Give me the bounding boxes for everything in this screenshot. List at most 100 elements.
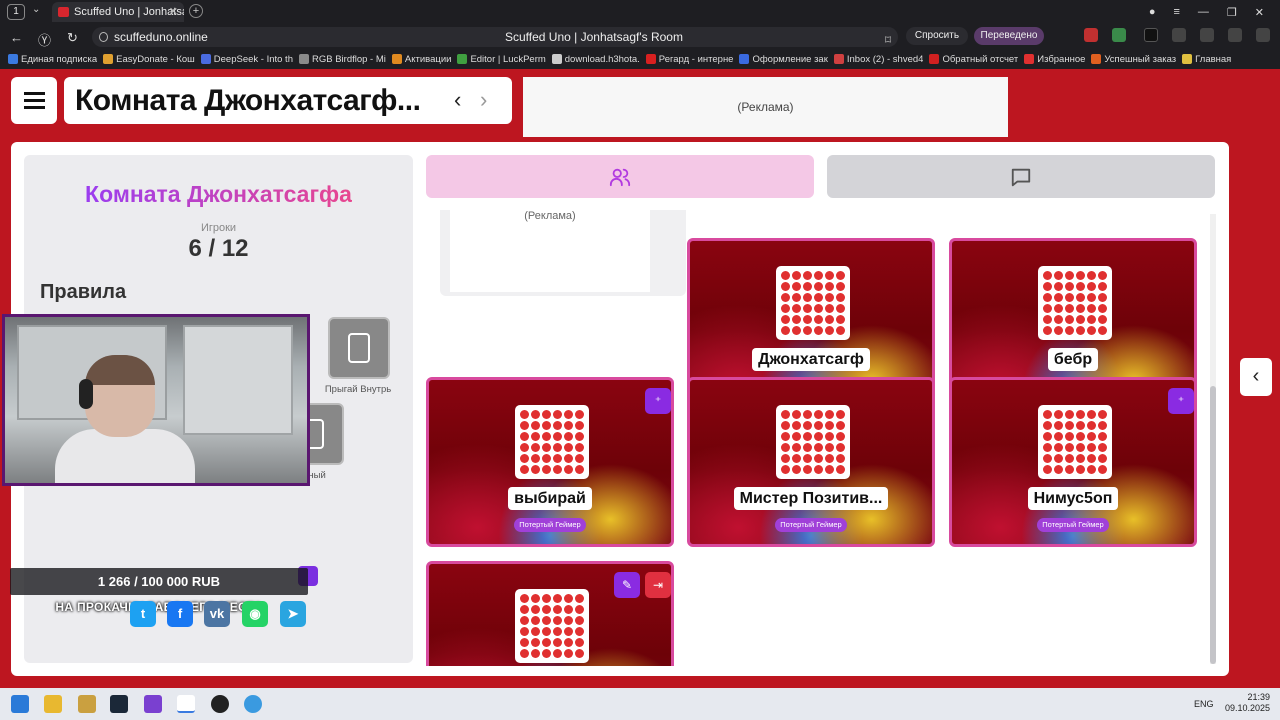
restore-icon[interactable]: ❐ [1227, 6, 1237, 19]
bookmark-label: DeepSeek - Into th [213, 53, 293, 65]
bookmark-favicon-icon [1091, 54, 1102, 64]
tab-count-button[interactable]: 1 [7, 4, 25, 20]
tab-title: Scuffed Uno | Jonhatsagf's Room [74, 6, 184, 18]
donation-progress: 1 266 / 100 000 RUB [10, 568, 308, 595]
url-field[interactable]: scuffeduno.online Scuffed Uno | Jonhatsa… [92, 27, 898, 47]
players-grid: (Реклама) ДжонхатсагфВедущийПотертый Гей… [426, 210, 1216, 666]
yandex-icon[interactable]: Ⓨ [38, 30, 51, 49]
tab-players[interactable] [426, 155, 814, 198]
telegram-icon[interactable]: ➤ [280, 601, 306, 627]
extension-icon[interactable] [1144, 28, 1158, 42]
clock[interactable]: 21:39 09.10.2025 [1225, 692, 1270, 714]
player-badges: Потертый Геймер [690, 518, 932, 532]
bookmark-item[interactable]: RGB Birdflop - Mi [298, 54, 386, 65]
bookmark-item[interactable]: download.h3hota. [551, 53, 640, 65]
browser-tab[interactable]: Scuffed Uno | Jonhatsagf's Room ✕ [52, 2, 184, 22]
players-label: Игроки [200, 222, 237, 234]
ask-button[interactable]: Спросить [906, 27, 968, 45]
bookmark-item[interactable]: Активации [391, 54, 451, 65]
bookmark-item[interactable]: Editor | LuckPerm [457, 54, 546, 65]
status-badge: Потертый Геймер [514, 518, 586, 532]
tab-bar: 1 ⌄ Scuffed Uno | Jonhatsagf's Room ✕ + … [0, 0, 1280, 24]
avatar [515, 589, 589, 663]
yandex-browser-icon[interactable] [177, 695, 195, 713]
telegram-taskbar-icon[interactable] [244, 695, 262, 713]
avatar [776, 266, 850, 340]
bookmark-label: Inbox (2) - shved4 [846, 53, 924, 65]
obs-icon[interactable] [211, 695, 229, 713]
menu-button[interactable] [11, 77, 57, 124]
chevron-left-icon: ‹ [1252, 365, 1260, 387]
bookmark-favicon-icon [298, 54, 309, 64]
close-window-icon[interactable]: ✕ [1255, 6, 1264, 19]
bookmark-item[interactable]: EasyDonate - Кош [103, 54, 195, 65]
extension-icon[interactable] [1200, 28, 1214, 42]
whatsapp-icon[interactable]: ◉ [242, 601, 268, 627]
minimize-icon[interactable]: — [1198, 6, 1209, 18]
download-icon[interactable] [1256, 28, 1270, 42]
hamburger-icon [24, 92, 45, 109]
extension-icon[interactable] [1228, 28, 1242, 42]
twitter-icon[interactable]: t [130, 601, 156, 627]
reload-icon[interactable]: ↻ [67, 30, 78, 46]
close-tab-icon[interactable]: ✕ [169, 2, 178, 22]
browser-chrome: 1 ⌄ Scuffed Uno | Jonhatsagf's Room ✕ + … [0, 0, 1280, 69]
bookmark-item[interactable]: Единая подписка [8, 54, 97, 65]
player-card: выбирай Потертый Геймер ⁺ [426, 377, 674, 547]
leave-icon[interactable]: ⇥ [645, 572, 671, 598]
bookmark-item[interactable]: Обратный отсчет [929, 54, 1018, 65]
bookmark-label: Регард - интерне [658, 53, 734, 65]
scrollbar-thumb[interactable] [1210, 386, 1216, 664]
users-icon [609, 168, 631, 187]
bookmark-favicon-icon [929, 54, 940, 64]
chevron-down-icon[interactable]: ⌄ [32, 4, 40, 15]
extension-icon[interactable] [1084, 28, 1098, 42]
site-info-icon[interactable] [99, 32, 108, 42]
extension-icon[interactable] [1172, 28, 1186, 42]
translated-button[interactable]: Переведено [974, 27, 1044, 45]
bookmark-icon[interactable]: ⌑ [885, 30, 891, 50]
bookmark-label: download.h3hota. [564, 53, 640, 65]
add-friend-icon[interactable]: ⁺ [645, 388, 671, 414]
bookmark-item[interactable]: Оформление зак [739, 54, 828, 65]
bookmark-label: Единая подписка [21, 53, 98, 65]
chevron-right-icon[interactable]: › [480, 87, 487, 113]
bookmark-item[interactable]: Inbox (2) - shved4 [833, 53, 924, 65]
rule-toggle[interactable] [328, 317, 390, 379]
discord-icon[interactable] [144, 695, 162, 713]
new-tab-icon[interactable]: + [189, 4, 203, 18]
steam-icon[interactable] [110, 695, 128, 713]
collapse-panel-button[interactable]: ‹ [1240, 358, 1272, 396]
headphones-icon [79, 379, 93, 409]
bookmark-favicon-icon [551, 54, 562, 64]
player-badges: Потертый Геймер [952, 518, 1194, 532]
bookmark-favicon-icon [645, 54, 656, 64]
file-explorer-icon[interactable] [44, 695, 62, 713]
window-background [183, 325, 293, 435]
room-header: Комната Джонхатсагф... ‹ › [64, 77, 512, 124]
app-icon[interactable] [78, 695, 96, 713]
tab-chat[interactable] [827, 155, 1215, 198]
chevron-left-icon[interactable]: ‹ [454, 87, 461, 113]
back-icon[interactable]: ← [10, 30, 23, 45]
clock-date: 09.10.2025 [1224, 703, 1270, 713]
profile-icon[interactable]: ● [1149, 6, 1156, 18]
edit-icon[interactable]: ✎ [614, 572, 640, 598]
player-name: выбирай [429, 487, 671, 515]
bookmark-favicon-icon [1024, 54, 1035, 64]
facebook-icon[interactable]: f [167, 601, 193, 627]
bookmark-item[interactable]: Избранное [1024, 54, 1085, 65]
extension-icon[interactable] [1112, 28, 1126, 42]
language-indicator[interactable]: ENG [1194, 699, 1214, 709]
player-name: Нимус5оп [952, 487, 1194, 515]
windows-start-icon[interactable] [11, 695, 29, 713]
vk-icon[interactable]: vk [204, 601, 230, 627]
menu-icon[interactable]: ≡ [1173, 6, 1179, 18]
bookmark-item[interactable]: DeepSeek - Into th [200, 53, 293, 65]
bookmark-favicon-icon [8, 54, 18, 64]
add-friend-icon[interactable]: ⁺ [1168, 388, 1194, 414]
site-favicon-icon [58, 7, 69, 17]
bookmark-item[interactable]: Главная [1182, 54, 1231, 65]
bookmark-item[interactable]: Регард - интерне [645, 53, 734, 65]
bookmark-item[interactable]: Успешный заказ [1091, 54, 1176, 65]
